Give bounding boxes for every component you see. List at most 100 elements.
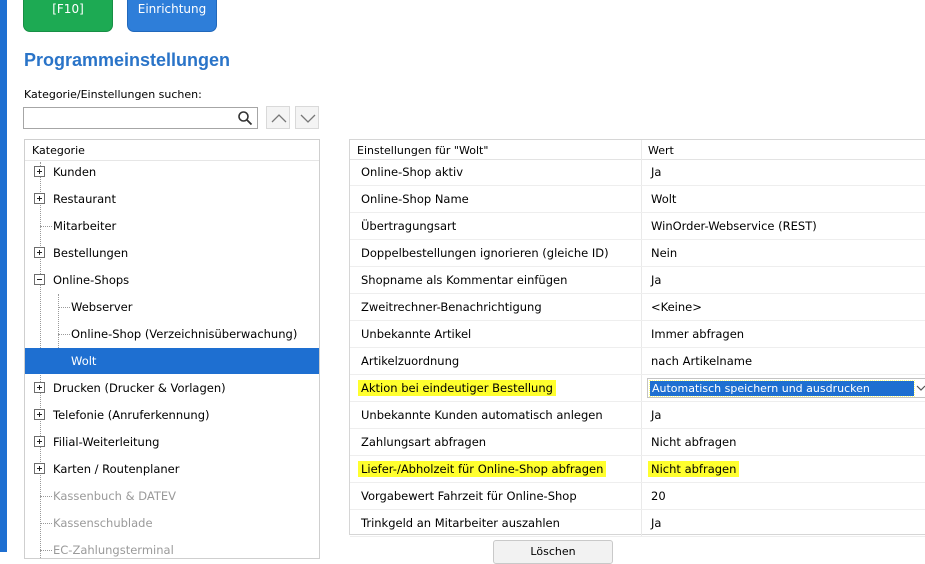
setting-value[interactable]: Wolt (651, 186, 676, 212)
tree-item-webserver[interactable]: Webserver (25, 294, 319, 320)
settings-grid: Einstellungen für "Wolt" Wert Online-Sho… (349, 139, 925, 537)
tree-item-telefonie[interactable]: Telefonie (Anruferkennung) (25, 402, 319, 428)
tree-item-filial-weiterleitung[interactable]: Filial-Weiterleitung (25, 429, 319, 455)
tree-item-label: Telefonie (Anruferkennung) (53, 408, 210, 422)
setting-value[interactable]: Nicht abfragen (651, 429, 736, 455)
setting-row[interactable]: Liefer-/Abholzeit für Online-Shop abfrag… (350, 456, 925, 483)
setting-row[interactable]: Doppelbestellungen ignorieren (gleiche I… (350, 240, 925, 267)
setting-name: Unbekannte Artikel (361, 327, 472, 341)
expand-plus-icon[interactable] (34, 382, 45, 393)
expand-plus-icon[interactable] (34, 247, 45, 258)
expand-plus-icon[interactable] (34, 409, 45, 420)
expand-plus-icon[interactable] (34, 436, 45, 447)
setting-name: Vorgabewert Fahrzeit für Online-Shop (361, 489, 577, 503)
tree-item-kunden[interactable]: Kunden (25, 159, 319, 185)
search-label: Kategorie/Einstellungen suchen: (24, 88, 202, 101)
search-input[interactable] (24, 108, 229, 128)
tree-item-label: EC-Zahlungsterminal (53, 543, 174, 557)
chevron-up-icon (271, 114, 287, 123)
value-dropdown[interactable]: Automatisch speichern und ausdrucken (647, 378, 925, 398)
tree-item-bestellungen[interactable]: Bestellungen (25, 240, 319, 266)
column-header-value[interactable]: Wert (648, 144, 674, 157)
setting-name: Doppelbestellungen ignorieren (gleiche I… (361, 246, 609, 260)
tree-item-drucken[interactable]: Drucken (Drucker & Vorlagen) (25, 375, 319, 401)
setting-value[interactable]: Ja (651, 267, 661, 293)
setting-row[interactable]: Vorgabewert Fahrzeit für Online-Shop 20 (350, 483, 925, 510)
tree-item-ec-terminal[interactable]: EC-Zahlungsterminal (25, 537, 319, 558)
setting-row[interactable]: Übertragungsart WinOrder-Webservice (RES… (350, 213, 925, 240)
setting-value[interactable]: Immer abfragen (651, 321, 744, 347)
setting-value[interactable]: Nicht abfragen (648, 456, 740, 482)
chevron-down-icon (300, 114, 316, 123)
tree-item-label: Online-Shop (Verzeichnisüberwachung) (71, 327, 298, 341)
setting-row[interactable]: Shopname als Kommentar einfügen Ja (350, 267, 925, 294)
search-prev-button[interactable] (266, 106, 290, 129)
tree-item-label: Kassenbuch & DATEV (53, 489, 176, 503)
expand-plus-icon[interactable] (34, 193, 45, 204)
setting-name: Zahlungsart abfragen (361, 435, 487, 449)
setting-name: Zweitrechner-Benachrichtigung (361, 300, 542, 314)
tree-header: Kategorie (25, 140, 319, 161)
setting-name: Aktion bei eindeutiger Bestellung (358, 375, 556, 401)
setting-value[interactable]: Ja (651, 402, 661, 428)
setting-value[interactable]: Ja (651, 159, 661, 185)
tree-item-label: Online-Shops (53, 273, 130, 287)
f10-button-label: [F10] (52, 2, 84, 16)
tree-item-label: Kunden (53, 165, 97, 179)
dropdown-selected-value[interactable]: Automatisch speichern und ausdrucken (649, 380, 915, 397)
setting-value[interactable]: Nein (651, 240, 677, 266)
tree-item-label: Karten / Routenplaner (53, 462, 180, 476)
setting-row[interactable]: Online-Shop Name Wolt (350, 186, 925, 213)
tree-item-label: Bestellungen (53, 246, 129, 260)
setting-row[interactable]: Zahlungsart abfragen Nicht abfragen (350, 429, 925, 456)
tree-item-karten[interactable]: Karten / Routenplaner (25, 456, 319, 482)
tree-item-label: Mitarbeiter (53, 219, 117, 233)
setting-value[interactable]: Ja (651, 510, 661, 536)
setting-value[interactable]: WinOrder-Webservice (REST) (651, 213, 817, 239)
setting-row-active[interactable]: Aktion bei eindeutiger Bestellung Automa… (350, 375, 925, 402)
f10-button[interactable]: [F10] (23, 0, 113, 32)
tree-item-restaurant[interactable]: Restaurant (25, 186, 319, 212)
setting-row[interactable]: Trinkgeld an Mitarbeiter auszahlen Ja (350, 510, 925, 537)
tree-item-wolt[interactable]: Wolt (25, 348, 319, 374)
expand-plus-icon[interactable] (34, 166, 45, 177)
tree-item-label: Drucken (Drucker & Vorlagen) (53, 381, 226, 395)
setting-row[interactable]: Unbekannte Artikel Immer abfragen (350, 321, 925, 348)
tree-item-label: Wolt (71, 354, 97, 368)
setting-row[interactable]: Artikelzuordnung nach Artikelname (350, 348, 925, 375)
setup-button-label: Einrichtung (137, 2, 207, 16)
expand-plus-icon[interactable] (34, 463, 45, 474)
search-next-button[interactable] (295, 106, 319, 129)
tree-item-label: Kassenschublade (53, 516, 153, 530)
tree-item-kassenschublade[interactable]: Kassenschublade (25, 510, 319, 536)
tree-item-online-shops[interactable]: Online-Shops (25, 267, 319, 293)
setting-value[interactable]: <Keine> (651, 294, 702, 320)
tree-item-online-shop-verzeichnis[interactable]: Online-Shop (Verzeichnisüberwachung) (25, 321, 319, 347)
tree-item-mitarbeiter[interactable]: Mitarbeiter (25, 213, 319, 239)
tree-item-kassenbuch[interactable]: Kassenbuch & DATEV (25, 483, 319, 509)
highlighted-setting-value: Nicht abfragen (648, 461, 740, 477)
setting-name: Online-Shop Name (361, 192, 469, 206)
highlighted-setting-name: Liefer-/Abholzeit für Online-Shop abfrag… (358, 461, 607, 477)
setting-value[interactable]: 20 (651, 483, 666, 509)
setting-name: Liefer-/Abholzeit für Online-Shop abfrag… (358, 456, 607, 482)
column-header-setting[interactable]: Einstellungen für "Wolt" (357, 144, 488, 157)
delete-button[interactable]: Löschen (493, 540, 613, 564)
left-accent-bar (0, 0, 7, 552)
setting-row[interactable]: Zweitrechner-Benachrichtigung <Keine> (350, 294, 925, 321)
setting-row[interactable]: Online-Shop aktiv Ja (350, 159, 925, 186)
page-title: Programmeinstellungen (24, 50, 231, 70)
search-box[interactable] (23, 107, 258, 129)
setting-row[interactable]: Unbekannte Kunden automatisch anlegen Ja (350, 402, 925, 429)
setting-name: Shopname als Kommentar einfügen (361, 273, 568, 287)
chevron-down-icon[interactable] (916, 384, 925, 392)
category-tree: Kategorie Kunden Restaurant Mitarbeiter … (24, 139, 320, 559)
setting-name: Online-Shop aktiv (361, 165, 464, 179)
setting-name: Trinkgeld an Mitarbeiter auszahlen (361, 516, 560, 530)
setup-button[interactable]: Einrichtung (127, 0, 217, 32)
search-icon[interactable] (237, 110, 253, 126)
collapse-minus-icon[interactable] (34, 274, 45, 285)
setting-value[interactable]: nach Artikelname (651, 348, 752, 374)
grid-header: Einstellungen für "Wolt" Wert (350, 140, 925, 160)
tree-item-label: Restaurant (53, 192, 116, 206)
